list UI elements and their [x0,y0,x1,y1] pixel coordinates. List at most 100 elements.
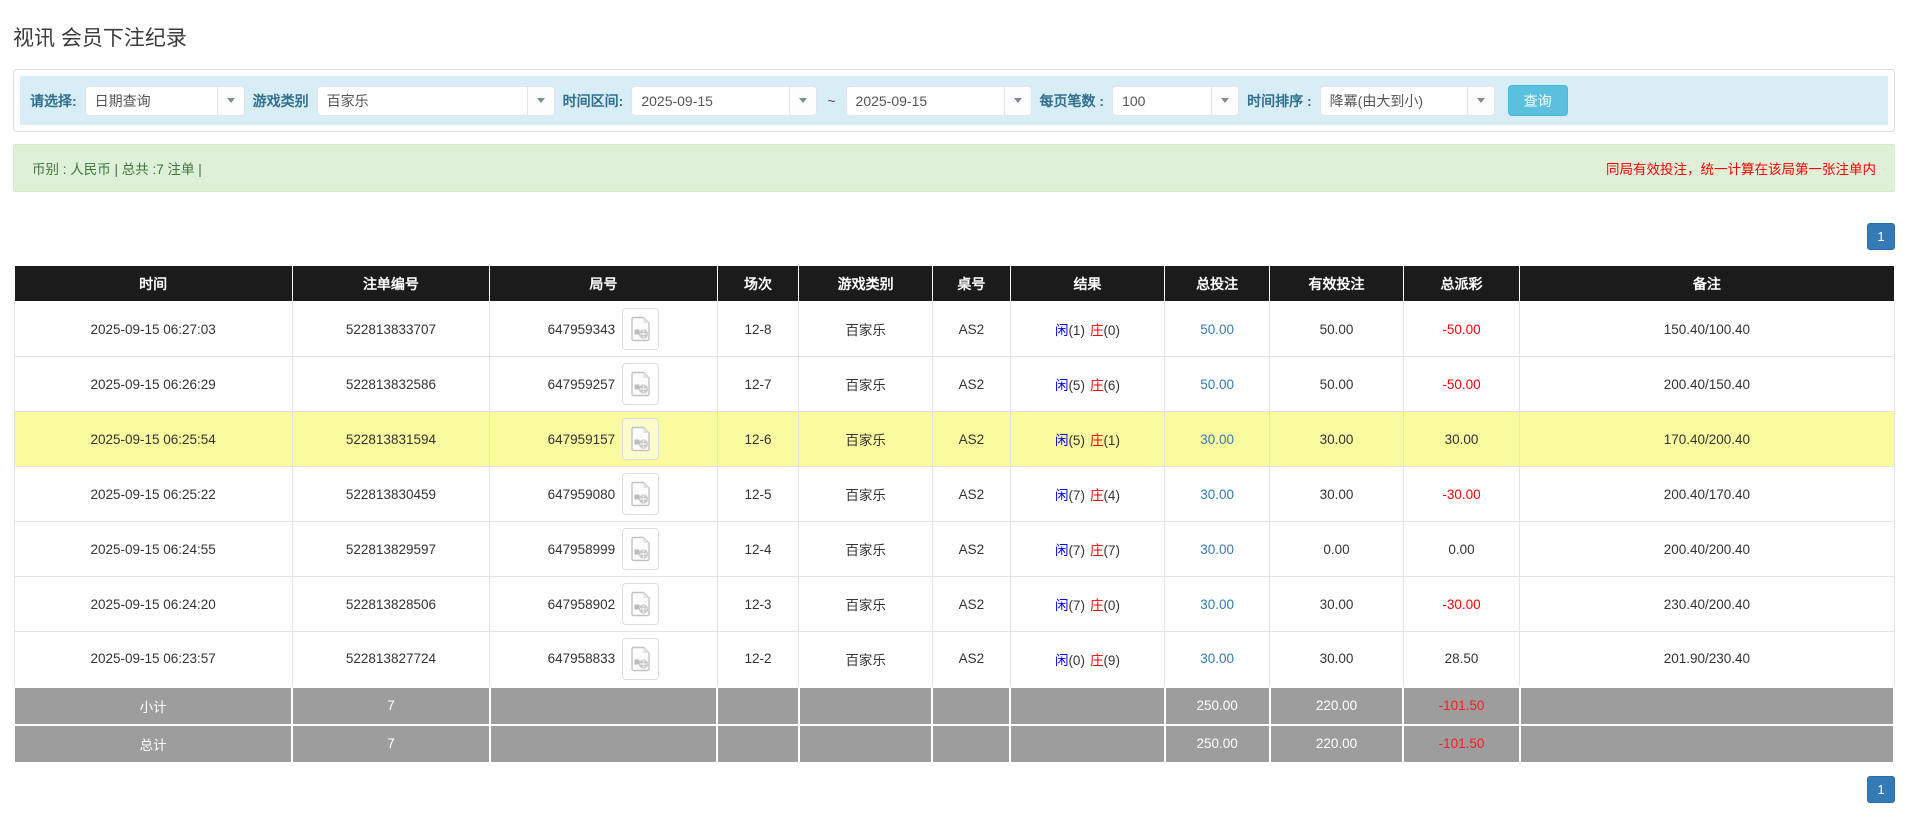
search-button[interactable]: 查询 [1507,85,1568,116]
total-bet-link[interactable]: 50.00 [1200,377,1234,392]
result-banker-count: (7) [1103,543,1120,558]
page-1-button[interactable]: 1 [1867,775,1895,803]
cell-time: 2025-09-15 06:23:57 [13,631,293,687]
total-bet-link[interactable]: 30.00 [1200,651,1234,666]
video-file-icon[interactable] [622,308,660,350]
cell-table-no: AS2 [931,576,1011,632]
cell-payout: 28.50 [1402,631,1521,687]
subtotal-row: 小计 7 250.00 220.00 -101.50 [12,685,1896,726]
date-to-picker[interactable]: 2025-09-15 [845,85,1032,116]
total-bet-link[interactable]: 30.00 [1200,542,1234,557]
result-player-count: (7) [1068,598,1085,613]
video-file-icon[interactable] [622,528,660,570]
table-row: 2025-09-15 06:26:29 522813832586 6479592… [13,356,1895,412]
result-banker-label: 庄 [1089,378,1104,393]
header-note: 备注 [1519,265,1895,302]
date-range-label: 时间区间: [562,92,624,109]
cell-table-no: AS2 [931,301,1011,357]
page-title: 视讯 会员下注纪录 [13,27,187,50]
table-row: 2025-09-15 06:23:57 522813827724 6479588… [13,631,1895,687]
cell-time: 2025-09-15 06:24:20 [13,576,293,632]
total-bet-link[interactable]: 30.00 [1200,432,1234,447]
video-file-icon[interactable] [622,473,660,515]
chevron-down-icon[interactable] [1211,86,1239,115]
game-type-select[interactable]: 百家乐 [316,85,555,116]
header-bet-id: 注单编号 [291,265,491,302]
round-id-text: 647959157 [547,431,616,447]
cell-payout: 30.00 [1402,411,1521,467]
date-from-picker[interactable]: 2025-09-15 [631,85,818,116]
pagination-bottom: 1 [13,775,1895,803]
total-bet-link[interactable]: 30.00 [1200,487,1234,502]
game-type-value[interactable]: 百家乐 [318,87,527,115]
page-size-value[interactable]: 100 [1113,87,1211,115]
header-total-bet: 总投注 [1164,265,1271,302]
cell-note: 200.40/200.40 [1519,521,1895,577]
table-row: 2025-09-15 06:27:03 522813833707 6479593… [13,301,1895,357]
total-bet-link[interactable]: 50.00 [1200,322,1234,337]
chevron-down-icon[interactable] [789,86,817,115]
cell-table-no: AS2 [931,411,1011,467]
filter-bar: 请选择: 日期查询 游戏类别 百家乐 时间区间: 2025-09-15 ~ 20… [20,76,1888,125]
cell-bet-id: 522813832586 [291,356,491,412]
subtotal-valid-bet: 220.00 [1268,685,1405,726]
cell-result: 闲(5) 庄(6) [1009,356,1166,412]
cell-valid-bet: 30.00 [1269,576,1404,632]
cell-payout: -30.00 [1402,576,1521,632]
cell-session: 12-4 [716,521,800,577]
result-banker-label: 庄 [1089,323,1104,338]
table-summary: 小计 7 250.00 220.00 -101.50 总计 7 250.00 2… [12,685,1896,764]
total-payout: -101.50 [1402,723,1521,764]
cell-bet-id: 522813833707 [291,301,491,357]
round-id-text: 647959257 [547,376,616,392]
cell-total-bet: 30.00 [1164,466,1271,522]
table-row: 2025-09-15 06:24:55 522813829597 6479589… [13,521,1895,577]
video-file-icon[interactable] [622,637,660,680]
chevron-down-icon[interactable] [526,86,554,115]
cell-session: 12-3 [716,576,800,632]
cell-total-bet: 50.00 [1164,301,1271,357]
notice-warning-text: 同局有效投注，统一计算在该局第一张注单内 [1606,162,1876,177]
cell-payout: -50.00 [1402,301,1521,357]
page-size-select[interactable]: 100 [1112,85,1240,116]
cell-time: 2025-09-15 06:27:03 [13,301,293,357]
date-from-value[interactable]: 2025-09-15 [632,87,789,115]
cell-table-no: AS2 [931,356,1011,412]
chevron-down-icon[interactable] [1466,86,1494,115]
video-file-icon[interactable] [622,363,660,405]
date-to-value[interactable]: 2025-09-15 [847,87,1004,115]
round-id-text: 647958902 [547,596,616,612]
total-bet-link[interactable]: 30.00 [1200,597,1234,612]
result-banker-count: (0) [1103,323,1120,338]
cell-session: 12-7 [716,356,800,412]
cell-valid-bet: 30.00 [1269,466,1404,522]
result-player-count: (7) [1068,488,1085,503]
bets-table: 时间 注单编号 局号 场次 游戏类别 桌号 结果 总投注 有效投注 总派彩 备注… [12,265,1896,764]
cell-game-type: 百家乐 [798,301,933,357]
cell-valid-bet: 50.00 [1269,301,1404,357]
video-file-icon[interactable] [622,418,660,460]
page-1-button[interactable]: 1 [1867,223,1895,250]
cell-time: 2025-09-15 06:24:55 [13,521,293,577]
result-banker-label: 庄 [1089,598,1104,613]
page-size-label: 每页笔数 : [1039,92,1105,109]
subtotal-label: 小计 [12,685,294,726]
total-total-bet: 250.00 [1163,723,1271,764]
time-sort-value[interactable]: 降冪(由大到小) [1321,87,1467,115]
header-session: 场次 [716,265,800,302]
query-type-value[interactable]: 日期查询 [86,87,217,115]
query-type-select[interactable]: 日期查询 [84,85,245,116]
subtotal-count: 7 [291,685,491,726]
cell-round-id: 647958902 [489,576,718,632]
chevron-down-icon[interactable] [1003,86,1031,115]
cell-session: 12-8 [716,301,800,357]
header-time: 时间 [13,265,293,302]
total-label: 总计 [12,723,294,764]
table-row: 2025-09-15 06:24:20 522813828506 6479589… [13,576,1895,632]
video-file-icon[interactable] [622,583,660,625]
result-player-label: 闲 [1054,543,1069,558]
round-id-text: 647959343 [547,321,616,337]
chevron-down-icon[interactable] [216,86,244,115]
time-sort-select[interactable]: 降冪(由大到小) [1319,85,1495,116]
cell-result: 闲(5) 庄(1) [1009,411,1166,467]
